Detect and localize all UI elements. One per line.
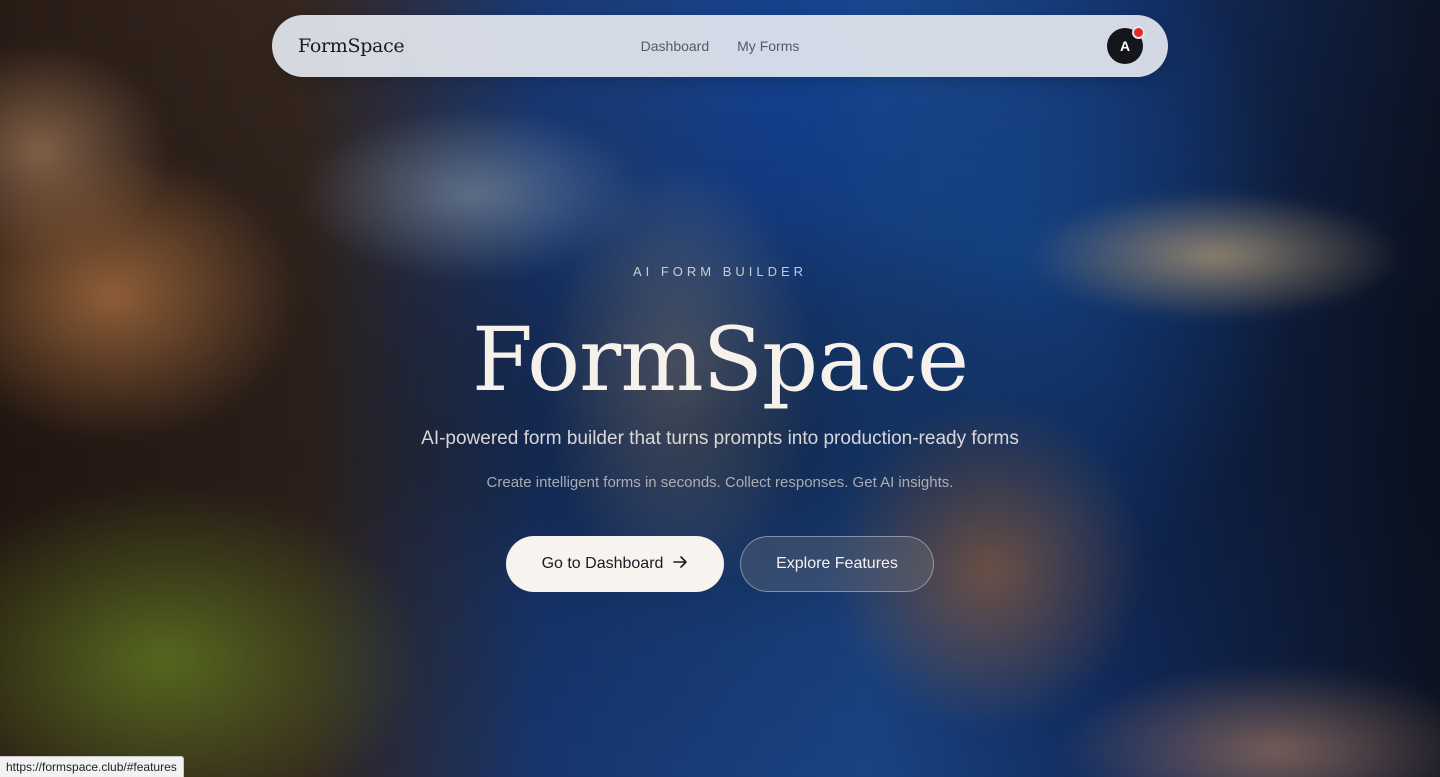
status-bar-url: https://formspace.club/#features [0,756,184,777]
arrow-right-icon [673,555,688,573]
brand-logo[interactable]: FormSpace [298,35,405,57]
nav-links: Dashboard My Forms [641,38,800,54]
hero-actions: Go to Dashboard Explore Features [506,536,934,592]
explore-features-label: Explore Features [776,555,898,572]
hero-tagline: Create intelligent forms in seconds. Col… [486,474,954,491]
nav-link-my-forms[interactable]: My Forms [737,38,799,54]
hero-subtitle: AI-powered form builder that turns promp… [421,428,1019,449]
nav-link-dashboard[interactable]: Dashboard [641,38,710,54]
page: FormSpace Dashboard My Forms A AI FORM B… [0,0,1440,777]
hero-title: FormSpace [471,308,969,411]
avatar-initial: A [1119,38,1131,54]
go-to-dashboard-button[interactable]: Go to Dashboard [506,536,724,592]
explore-features-button[interactable]: Explore Features [740,536,934,592]
user-avatar[interactable]: A [1107,26,1145,64]
hero-eyebrow: AI FORM BUILDER [632,264,808,279]
notification-dot [1132,26,1145,39]
navbar: FormSpace Dashboard My Forms A [272,15,1168,77]
go-to-dashboard-label: Go to Dashboard [541,555,664,572]
